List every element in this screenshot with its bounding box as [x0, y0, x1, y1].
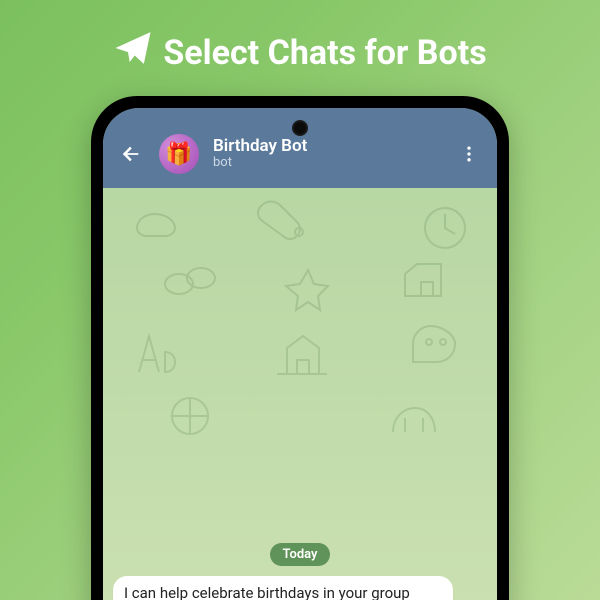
- phone-screen: 🎁 Birthday Bot bot: [103, 108, 497, 600]
- back-button[interactable]: [117, 140, 145, 168]
- chat-title-block[interactable]: Birthday Bot bot: [213, 137, 441, 171]
- chat-subtitle: bot: [213, 156, 441, 171]
- chat-title: Birthday Bot: [213, 137, 441, 157]
- app-bar: 🎁 Birthday Bot bot: [103, 108, 497, 188]
- message-bubble[interactable]: I can help celebrate birthdays in your g…: [113, 576, 453, 600]
- promo-title-text: Select Chats for Bots: [163, 33, 486, 73]
- message-list: Today I can help celebrate birthdays in …: [103, 543, 497, 600]
- avatar[interactable]: 🎁: [159, 134, 199, 174]
- chat-body: Today I can help celebrate birthdays in …: [103, 188, 497, 600]
- arrow-left-icon: [120, 143, 142, 165]
- paper-plane-icon: [113, 28, 153, 77]
- promo-title: Select Chats for Bots: [0, 0, 600, 77]
- more-button[interactable]: [455, 140, 483, 168]
- camera-notch: [294, 122, 306, 134]
- gift-icon: 🎁: [165, 142, 192, 167]
- chat-background-doodles: [103, 188, 497, 600]
- date-chip: Today: [270, 543, 329, 566]
- message-text: I can help celebrate birthdays in your g…: [124, 584, 441, 600]
- phone-frame: 🎁 Birthday Bot bot: [91, 96, 509, 600]
- more-vertical-icon: [459, 144, 479, 164]
